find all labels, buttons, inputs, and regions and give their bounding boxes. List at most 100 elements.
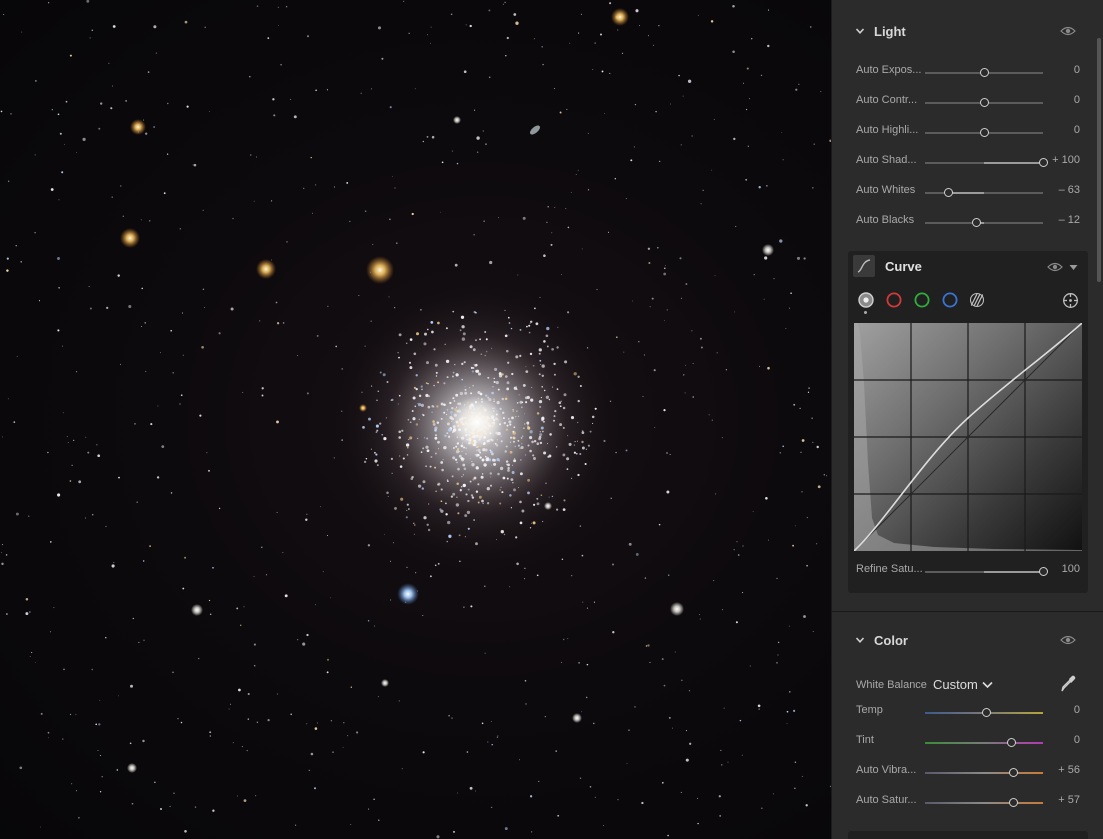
slider-knob[interactable] [1009,798,1018,807]
cluster-star [375,453,378,456]
cluster-star [520,445,524,450]
star [721,609,724,611]
star [8,180,10,182]
eye-icon[interactable] [1060,25,1076,37]
slider-track[interactable] [925,188,1043,197]
cluster-star [511,416,514,420]
slider-value[interactable]: – 12 [1040,214,1080,226]
cluster-star [462,332,466,336]
cluster-star [505,460,509,463]
star [735,621,738,624]
slider-knob[interactable] [1006,738,1016,747]
slider-knob[interactable] [979,68,989,77]
cluster-star [433,348,436,351]
slider-value[interactable]: – 63 [1040,184,1080,196]
target-adjustment-icon[interactable] [1062,292,1079,309]
star [95,723,97,726]
slider-track[interactable] [925,68,1043,77]
color-section-header[interactable]: Color [832,627,1094,653]
cluster-star [581,431,585,435]
cluster-star [475,542,478,546]
cluster-star [405,443,410,447]
slider-track[interactable] [925,768,1043,777]
star [566,108,568,110]
cluster-star [456,461,458,464]
star [777,654,779,656]
white-balance-dropdown[interactable]: Custom [933,676,999,696]
chevron-down-icon[interactable] [855,26,865,36]
cluster-star [511,471,515,474]
slider-track[interactable] [925,218,1043,227]
slider-value[interactable]: + 57 [1040,794,1080,806]
light-section-header[interactable]: Light [832,18,1094,44]
cluster-star [407,418,410,421]
cluster-star [361,391,363,393]
star [812,631,814,633]
chevron-down-icon[interactable] [855,635,865,645]
cluster-star [409,436,413,440]
slider-value[interactable]: 0 [1040,94,1080,106]
caret-down-icon[interactable] [1069,264,1078,271]
slider-knob[interactable] [944,188,954,197]
slider-value[interactable]: 0 [1040,734,1080,746]
cluster-star [457,467,460,471]
point-curve-channel-button[interactable] [858,292,874,308]
star [91,29,93,31]
blue-channel-button[interactable] [942,292,958,308]
panel-scrollbar[interactable] [1097,38,1101,282]
star [812,187,814,189]
cluster-star [515,416,517,418]
slider-value[interactable]: + 56 [1040,764,1080,776]
cluster-star [473,519,475,521]
parametric-curve-icon[interactable] [969,292,985,308]
red-channel-button[interactable] [886,292,902,308]
bright-star [127,763,137,773]
curve-toggle-button[interactable] [853,255,875,277]
slider-value[interactable]: 0 [1040,124,1080,136]
eye-icon[interactable] [1047,261,1063,273]
photo-canvas[interactable] [0,0,831,839]
slider-track[interactable] [925,128,1043,137]
slider-knob[interactable] [979,128,989,137]
green-channel-button[interactable] [914,292,930,308]
cluster-star [443,382,446,385]
slider-value[interactable]: + 100 [1040,154,1080,166]
cluster-star [464,514,468,518]
star [734,311,736,313]
star [746,109,748,111]
slider-value[interactable]: 0 [1040,64,1080,76]
slider-track[interactable] [925,158,1048,167]
cluster-star [434,363,438,367]
slider-track[interactable] [925,708,1043,717]
star [593,722,595,725]
star [513,13,517,16]
slider-knob[interactable] [979,98,989,107]
slider-knob[interactable] [1009,768,1018,777]
slider-value[interactable]: 100 [1040,563,1080,575]
cluster-star [462,483,466,488]
slider-knob[interactable] [972,218,982,227]
eye-icon[interactable] [1060,634,1076,646]
star [699,614,701,616]
cluster-star [506,424,509,427]
slider-track[interactable] [925,567,1048,576]
slider-knob[interactable] [981,708,991,717]
cluster-star [455,503,460,507]
cluster-star [437,448,440,450]
cluster-star [497,472,500,476]
star [314,727,318,730]
slider-track[interactable] [925,738,1043,747]
star [659,160,661,162]
tone-curve-graph[interactable] [854,323,1082,551]
cluster-star [539,359,542,362]
cluster-star [461,450,463,453]
slider-track[interactable] [925,98,1043,107]
slider-value[interactable]: 0 [1040,704,1080,716]
star [684,392,686,394]
star [144,322,146,324]
cluster-star [493,458,497,462]
eyedropper-icon[interactable] [1060,675,1076,693]
cluster-star [379,371,382,374]
slider-track[interactable] [925,798,1043,807]
cluster-star [450,495,454,498]
